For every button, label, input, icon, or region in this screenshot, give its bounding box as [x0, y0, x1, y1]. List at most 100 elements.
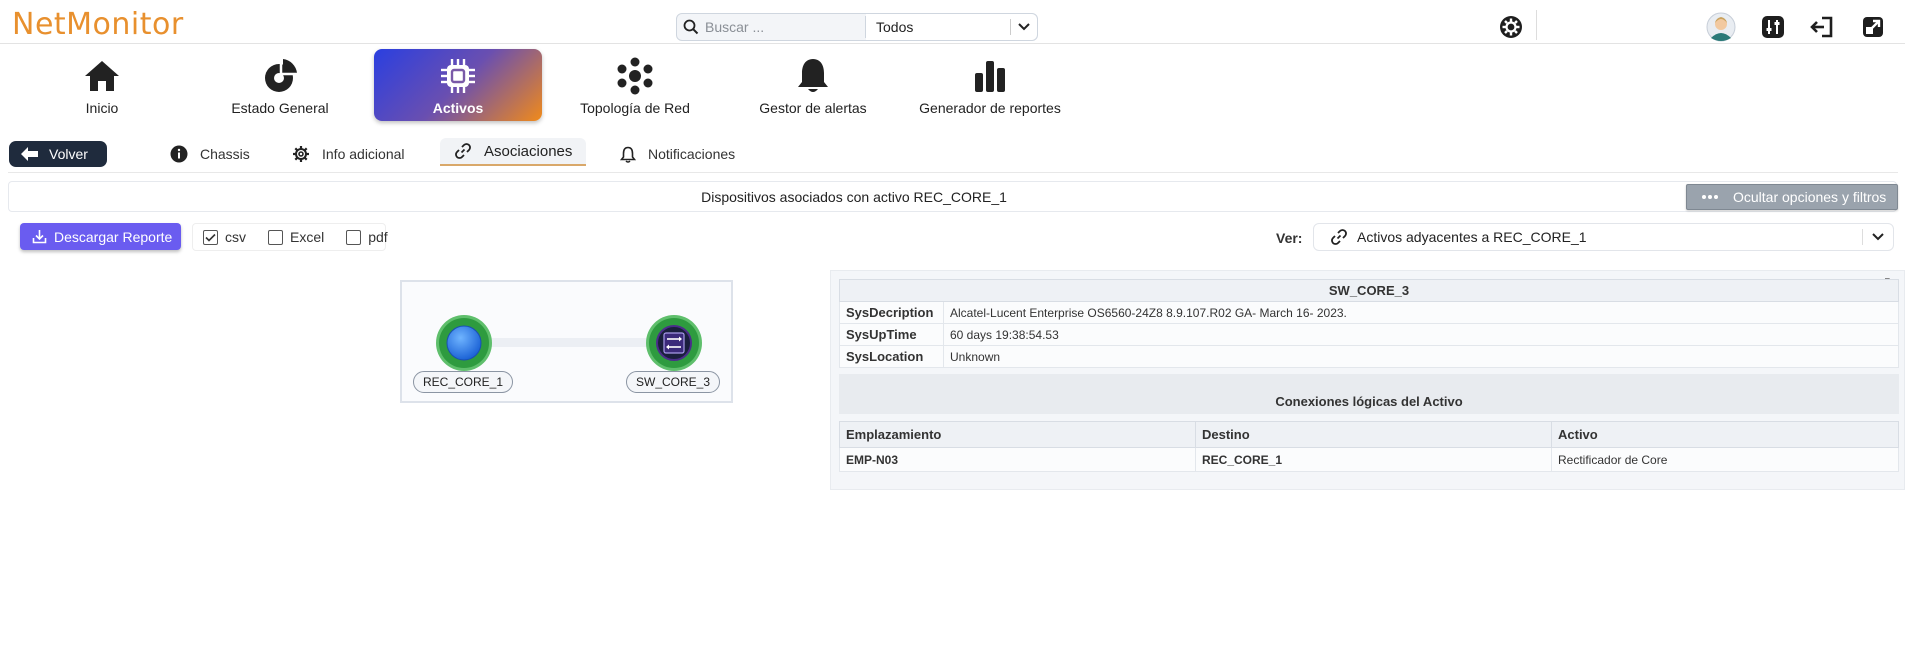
link-icon: [1331, 229, 1347, 245]
view-label: Ver:: [1276, 230, 1303, 246]
arrow-left-icon: [21, 147, 38, 161]
bar-chart-icon: [973, 56, 1007, 96]
nav-estado-general[interactable]: Estado General: [220, 49, 340, 121]
nav-activos[interactable]: Activos: [374, 49, 542, 121]
pie-chart-icon: [261, 56, 299, 96]
nav-inicio[interactable]: Inicio: [52, 49, 152, 121]
table-row: SysUpTime 60 days 19:38:54.53: [839, 323, 1899, 346]
csv-checkbox[interactable]: [203, 229, 218, 245]
property-key: SysDecription: [839, 301, 944, 324]
network-icon: [616, 56, 654, 96]
tab-label: Info adicional: [322, 146, 405, 162]
chevron-down-icon: [1862, 229, 1885, 245]
property-key: SysLocation: [839, 345, 944, 368]
format-csv[interactable]: csv: [203, 229, 246, 245]
toggle-filters-button[interactable]: Ocultar opciones y filtros: [1686, 184, 1898, 210]
search-icon[interactable]: [677, 14, 705, 40]
table-cell: EMP-N03: [839, 447, 1196, 472]
header-divider: [1536, 10, 1537, 40]
tab-notificaciones[interactable]: Notificaciones: [620, 141, 735, 167]
nav-label: Activos: [432, 100, 484, 116]
pdf-checkbox[interactable]: [346, 229, 362, 245]
column-header: Emplazamiento: [839, 421, 1196, 448]
download-icon: [32, 230, 47, 244]
graph-edge: [464, 338, 664, 347]
search-bar: Todos: [676, 13, 1038, 41]
top-bar: NetMonitor Todos: [0, 0, 1905, 44]
check-icon: [205, 233, 216, 242]
view-selected-value: Activos adyacentes a REC_CORE_1: [1357, 229, 1587, 245]
nav-generador-reportes[interactable]: Generador de reportes: [915, 49, 1065, 121]
back-button[interactable]: Volver: [9, 141, 107, 167]
tab-label: Chassis: [200, 146, 250, 162]
nav-label: Generador de reportes: [919, 100, 1061, 116]
logout-icon[interactable]: [1809, 14, 1835, 40]
search-scope-value: Todos: [876, 19, 914, 35]
property-key: SysUpTime: [839, 323, 944, 346]
table-cell: REC_CORE_1: [1195, 447, 1552, 472]
info-icon: [170, 145, 188, 163]
chip-icon: [438, 56, 478, 96]
asset-properties-table: SW_CORE_3 SysDecription Alcatel-Lucent E…: [839, 279, 1899, 368]
format-options: csv Excel pdf: [192, 223, 388, 251]
column-header: Destino: [1195, 421, 1552, 448]
table-row[interactable]: EMP-N03 REC_CORE_1 Rectificador de Core: [839, 447, 1899, 472]
property-value: 60 days 19:38:54.53: [943, 323, 1899, 346]
app-logo[interactable]: NetMonitor: [12, 7, 184, 42]
excel-checkbox[interactable]: [268, 229, 283, 245]
property-value: Unknown: [943, 345, 1899, 368]
tab-asociaciones[interactable]: Asociaciones: [440, 138, 587, 166]
bell-icon: [796, 56, 830, 96]
subnav-divider: [8, 172, 1898, 173]
table-row: SysDecription Alcatel-Lucent Enterprise …: [839, 301, 1899, 324]
format-label: csv: [225, 229, 246, 245]
bell-icon: [620, 146, 636, 163]
graph-node-label: REC_CORE_1: [413, 371, 513, 393]
tab-chassis[interactable]: Chassis: [170, 141, 250, 167]
graph-node-rec-core-1[interactable]: [439, 318, 489, 368]
more-dots-icon: [1702, 195, 1718, 199]
graph-node-sw-core-3[interactable]: [649, 318, 699, 368]
asset-detail-panel: SW_CORE_3 SysDecription Alcatel-Lucent E…: [830, 270, 1905, 490]
table-row: SysLocation Unknown: [839, 345, 1899, 368]
toggle-filters-label: Ocultar opciones y filtros: [1733, 189, 1887, 205]
search-scope-select[interactable]: Todos: [866, 14, 1037, 40]
nav-topologia[interactable]: Topología de Red: [570, 49, 700, 121]
home-icon: [83, 56, 121, 96]
chevron-down-icon: [1010, 19, 1031, 35]
table-header-row: Emplazamiento Destino Activo: [839, 421, 1899, 448]
connections-title: Conexiones lógicas del Activo: [839, 374, 1899, 414]
tab-info-adicional[interactable]: Info adicional: [292, 141, 405, 167]
graph-node-label: SW_CORE_3: [626, 371, 720, 393]
association-title-bar: Dispositivos asociados con activo REC_CO…: [8, 181, 1897, 212]
user-avatar[interactable]: [1706, 12, 1736, 42]
settings-icon[interactable]: [1498, 14, 1524, 40]
link-icon: [455, 143, 471, 159]
table-cell: Rectificador de Core: [1551, 447, 1899, 472]
property-value: Alcatel-Lucent Enterprise OS6560-24Z8 8.…: [943, 301, 1899, 324]
format-excel[interactable]: Excel: [268, 229, 324, 245]
nav-label: Inicio: [85, 100, 119, 116]
nav-gestor-alertas[interactable]: Gestor de alertas: [753, 49, 873, 121]
download-report-label: Descargar Reporte: [54, 228, 173, 245]
download-report-button[interactable]: Descargar Reporte: [20, 223, 181, 250]
format-pdf[interactable]: pdf: [346, 229, 388, 245]
sliders-icon[interactable]: [1760, 14, 1786, 40]
format-label: pdf: [368, 229, 388, 245]
nav-label: Topología de Red: [580, 100, 690, 116]
nav-label: Estado General: [231, 100, 329, 116]
rectifier-node-icon: [446, 325, 482, 361]
asset-title: SW_CORE_3: [839, 279, 1899, 302]
nav-label: Gestor de alertas: [759, 100, 867, 116]
column-header: Activo: [1551, 421, 1899, 448]
search-input[interactable]: [705, 14, 865, 40]
connections-table: Emplazamiento Destino Activo EMP-N03 REC…: [839, 421, 1899, 472]
open-external-icon[interactable]: [1860, 14, 1886, 40]
back-button-label: Volver: [49, 146, 88, 162]
format-label: Excel: [290, 229, 325, 245]
switch-node-icon: [656, 325, 692, 361]
tab-label: Notificaciones: [648, 146, 736, 162]
tab-label: Asociaciones: [484, 142, 573, 160]
association-graph: REC_CORE_1 SW_CORE_3: [400, 280, 733, 403]
view-select[interactable]: Activos adyacentes a REC_CORE_1: [1313, 223, 1894, 251]
